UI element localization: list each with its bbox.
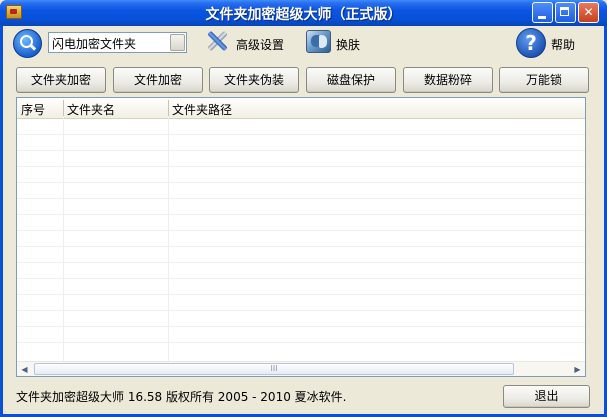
- skin-icon[interactable]: [306, 30, 331, 53]
- grid-line: [17, 262, 585, 263]
- folder-encrypt-button[interactable]: 文件夹加密: [16, 67, 106, 93]
- copyright-text: 文件夹加密超级大师 16.58 版权所有 2005 - 2010 夏冰软件.: [16, 390, 347, 404]
- encrypted-folders-table[interactable]: 序号 文件夹名 文件夹路径 ◀ III ▶: [16, 97, 586, 377]
- grid-line: [17, 166, 585, 167]
- grid-line: [17, 150, 585, 151]
- column-header-index[interactable]: 序号: [21, 101, 45, 118]
- grid-line: [17, 278, 585, 279]
- skin-link[interactable]: 换肤: [336, 36, 360, 53]
- maximize-button[interactable]: [555, 2, 576, 23]
- tools-icon[interactable]: [203, 27, 231, 55]
- disk-protect-button[interactable]: 磁盘保护: [306, 67, 396, 93]
- search-icon[interactable]: [13, 29, 42, 58]
- grid-line: [17, 310, 585, 311]
- mode-select-value: 闪电加密文件夹: [52, 37, 137, 51]
- help-link[interactable]: 帮助: [551, 36, 575, 53]
- column-header-folder-name[interactable]: 文件夹名: [67, 101, 115, 118]
- table-header: 序号 文件夹名 文件夹路径: [17, 98, 585, 119]
- grid-line: [17, 326, 585, 327]
- exit-button[interactable]: 退出: [503, 385, 590, 408]
- grid-line: [17, 198, 585, 199]
- dropdown-arrow-button[interactable]: [170, 34, 185, 51]
- grid-line: [63, 118, 64, 361]
- data-shred-button[interactable]: 数据粉碎: [403, 67, 493, 93]
- help-icon[interactable]: ?: [516, 28, 546, 58]
- minimize-button[interactable]: [532, 2, 553, 23]
- scrollbar-thumb[interactable]: III: [34, 363, 514, 375]
- maximize-icon: [560, 7, 569, 16]
- column-divider[interactable]: [63, 100, 64, 116]
- grid-line: [17, 230, 585, 231]
- window-title: 文件夹加密超级大师（正式版）: [205, 7, 402, 23]
- grid-line: [17, 214, 585, 215]
- horizontal-scrollbar[interactable]: ◀ III ▶: [17, 361, 585, 376]
- grid-line: [17, 134, 585, 135]
- grid-line: [17, 342, 585, 343]
- grid-line: [168, 118, 169, 361]
- grid-line: [17, 294, 585, 295]
- column-header-folder-path[interactable]: 文件夹路径: [172, 101, 232, 118]
- master-lock-button[interactable]: 万能锁: [499, 67, 589, 93]
- grid-line: [17, 182, 585, 183]
- file-encrypt-button[interactable]: 文件加密: [113, 67, 203, 93]
- column-divider[interactable]: [168, 100, 169, 116]
- folder-disguise-button[interactable]: 文件夹伪装: [209, 67, 299, 93]
- mode-select[interactable]: 闪电加密文件夹: [48, 32, 187, 53]
- close-button[interactable]: ✕: [578, 2, 599, 23]
- scroll-right-icon[interactable]: ▶: [570, 362, 585, 376]
- title-bar[interactable]: 文件夹加密超级大师（正式版） ✕: [0, 0, 607, 26]
- minimize-icon: [538, 16, 546, 19]
- advanced-settings-link[interactable]: 高级设置: [236, 36, 284, 53]
- grid-line: [17, 246, 585, 247]
- scroll-left-icon[interactable]: ◀: [17, 362, 32, 376]
